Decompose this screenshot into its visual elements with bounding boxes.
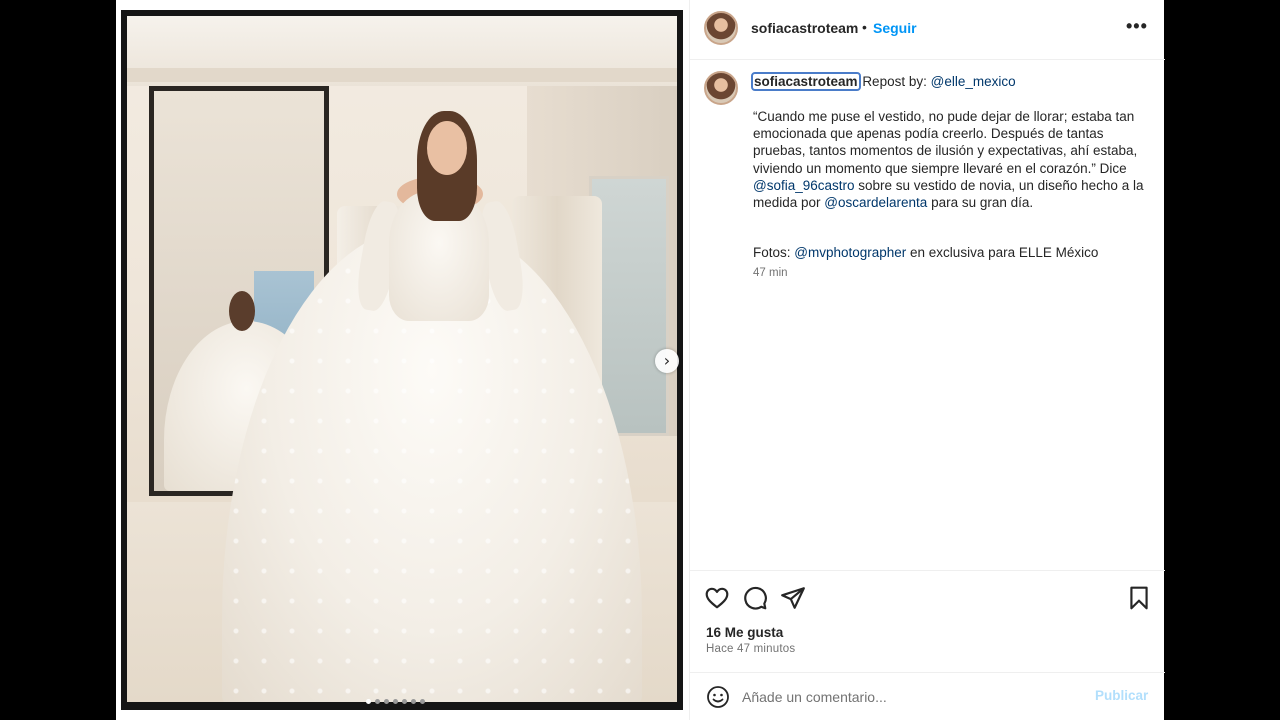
post-caption: sofiacastroteam Repost by: @elle_mexico … (690, 60, 1165, 570)
carousel-dot[interactable] (384, 699, 389, 704)
post-info-panel: sofiacastroteam • Seguir ••• sofiacastro… (689, 0, 1165, 720)
carousel-dot[interactable] (411, 699, 416, 704)
photo-credits: Fotos: @mvphotographer en exclusiva para… (753, 245, 1153, 260)
carousel-dot[interactable] (420, 699, 425, 704)
caption-header: sofiacastroteam Repost by: @elle_mexico (751, 72, 1016, 91)
comment-input[interactable] (742, 685, 1082, 709)
heart-icon[interactable] (704, 585, 730, 611)
caption-text-part: para su gran día. (927, 195, 1034, 211)
repost-label: Repost by: (862, 74, 927, 89)
next-slide-button[interactable]: › (655, 349, 679, 373)
carousel-dots (366, 699, 425, 705)
action-bar: 16 Me gusta Hace 47 minutos (690, 570, 1165, 680)
credits-prefix: Fotos: (753, 245, 795, 260)
mention-link[interactable]: @mvphotographer (794, 245, 906, 260)
mirror-reflection-head (229, 291, 255, 331)
post-header: sofiacastroteam • Seguir ••• (690, 0, 1165, 60)
post-photo[interactable] (127, 16, 677, 702)
separator-dot: • (862, 19, 867, 35)
ceiling-beam (127, 68, 677, 82)
mention-link[interactable]: @sofia_96castro (753, 178, 855, 193)
mention-link[interactable]: @oscardelarenta (824, 195, 927, 210)
carousel-dot[interactable] (375, 699, 380, 704)
carousel-dot[interactable] (366, 699, 371, 704)
publish-button[interactable]: Publicar (1095, 688, 1148, 703)
caption-avatar[interactable] (704, 71, 738, 105)
caption-text-part: “Cuando me puse el vestido, no pude deja… (753, 109, 1138, 176)
post-media: › (116, 0, 689, 720)
instagram-post: › sofiacastroteam • Seguir ••• sofiacast… (116, 0, 1165, 720)
credits-suffix: en exclusiva para ELLE México (906, 245, 1099, 260)
likes-count[interactable]: 16 Me gusta (706, 625, 783, 640)
emoji-icon[interactable] (706, 685, 730, 709)
avatar[interactable] (704, 11, 738, 45)
follow-button[interactable]: Seguir (873, 20, 917, 36)
posted-time: Hace 47 minutos (706, 643, 796, 655)
bride-face (427, 121, 467, 175)
comment-icon[interactable] (742, 585, 768, 611)
carousel-dot[interactable] (402, 699, 407, 704)
caption-username[interactable]: sofiacastroteam (751, 72, 861, 91)
repost-mention[interactable]: @elle_mexico (931, 74, 1016, 89)
caption-timestamp: 47 min (753, 267, 788, 279)
bookmark-icon[interactable] (1126, 585, 1152, 611)
header-username[interactable]: sofiacastroteam (751, 20, 858, 36)
more-options-icon[interactable]: ••• (1126, 16, 1148, 37)
carousel-dot[interactable] (393, 699, 398, 704)
share-icon[interactable] (780, 585, 806, 611)
comment-bar: Publicar (690, 672, 1165, 720)
photo-frame (121, 10, 683, 710)
caption-text: “Cuando me puse el vestido, no pude deja… (753, 108, 1153, 211)
